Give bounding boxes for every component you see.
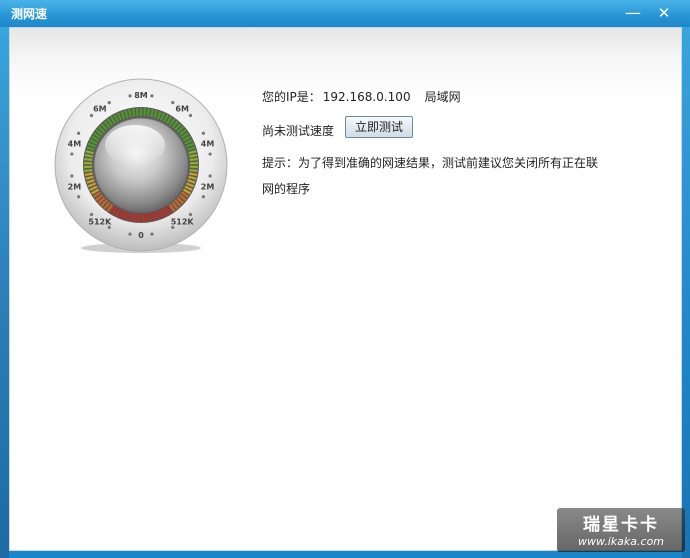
gauge-tick [189, 157, 198, 161]
close-button[interactable]: ✕ [651, 2, 677, 24]
speed-test-window: 测网速 — ✕ 0 512K 2M 4M 6M 8M 6M 4M 2M 512K… [0, 0, 690, 558]
minimize-button[interactable]: — [620, 2, 646, 24]
gauge-glass-shine [105, 125, 165, 165]
gauge-label: 8M [134, 91, 148, 100]
gauge-dot [150, 94, 154, 98]
gauge-dot [208, 174, 212, 178]
gauge-tick [135, 213, 139, 222]
gauge-dot [188, 212, 193, 217]
gauge-dot [201, 131, 205, 135]
window-title: 测网速 [11, 7, 48, 21]
gauge-tick [84, 154, 93, 158]
gauge-tick [146, 108, 151, 117]
gauge-label: 4M [68, 139, 82, 148]
gauge-tick [84, 172, 93, 176]
gauge-tick [131, 108, 136, 117]
gauge-dot [188, 113, 193, 118]
gauge-label: 2M [201, 183, 215, 192]
speed-gauge-dial: 0 512K 2M 4M 6M 8M 6M 4M 2M 512K [54, 78, 228, 253]
gauge-dot [77, 131, 81, 135]
gauge-tick [189, 169, 198, 173]
gauge-dot [128, 94, 132, 98]
network-type: 局域网 [424, 90, 461, 104]
gauge-tick [146, 213, 151, 222]
ip-value: 192.168.0.100 [322, 90, 411, 104]
gauge-label: 2M [68, 183, 82, 192]
gauge-tick [84, 169, 93, 173]
gauge-label: 0 [138, 231, 144, 240]
gauge-dot [70, 152, 74, 156]
gauge-label: 512K [88, 218, 112, 227]
gauge-label: 4M [201, 139, 215, 148]
window-right-border [682, 27, 690, 558]
gauge-dot [70, 174, 74, 178]
gauge-tick [143, 108, 147, 117]
gauge-dot [208, 152, 212, 156]
gauge-tick [131, 213, 136, 222]
watermark-title: 瑞星卡卡 [583, 515, 659, 535]
title-bar[interactable]: 测网速 — ✕ [0, 0, 690, 27]
speed-status: 尚未测试速度 [262, 124, 335, 138]
gauge-dot [128, 232, 132, 236]
client-area: 0 512K 2M 4M 6M 8M 6M 4M 2M 512K 您的IP是： 192.168.0.… [9, 27, 682, 551]
gauge-dot [89, 113, 94, 118]
start-test-button[interactable]: 立即测试 [345, 116, 413, 138]
ip-label: 您的IP是： [262, 90, 321, 104]
watermark-url: www.ikaka.com [577, 535, 665, 548]
window-left-border [0, 27, 9, 558]
gauge-label: 6M [175, 104, 189, 113]
gauge-dot [171, 101, 175, 105]
gauge-label: 6M [93, 104, 107, 113]
close-icon: ✕ [657, 4, 671, 22]
minimize-icon: — [625, 3, 641, 22]
gauge-tick [143, 213, 147, 222]
gauge-dot [201, 195, 205, 199]
gauge-tick [135, 108, 139, 117]
gauge-label: 512K [171, 218, 195, 227]
ip-line: 您的IP是： 192.168.0.100 局域网 [262, 88, 461, 105]
gauge-tick [84, 157, 93, 161]
gauge-dot [89, 212, 94, 217]
gauge-dot [150, 232, 154, 236]
speed-gauge: 0 512K 2M 4M 6M 8M 6M 4M 2M 512K [53, 77, 229, 253]
tip-text: 提示：为了得到准确的网速结果，测试前建议您关闭所有正在联网的程序 [262, 156, 599, 196]
gauge-dot [107, 101, 111, 105]
gauge-tick [189, 172, 198, 176]
gauge-tick [189, 154, 198, 158]
watermark-logo: 瑞星卡卡 www.ikaka.com [557, 508, 685, 552]
gauge-dot [77, 195, 81, 199]
